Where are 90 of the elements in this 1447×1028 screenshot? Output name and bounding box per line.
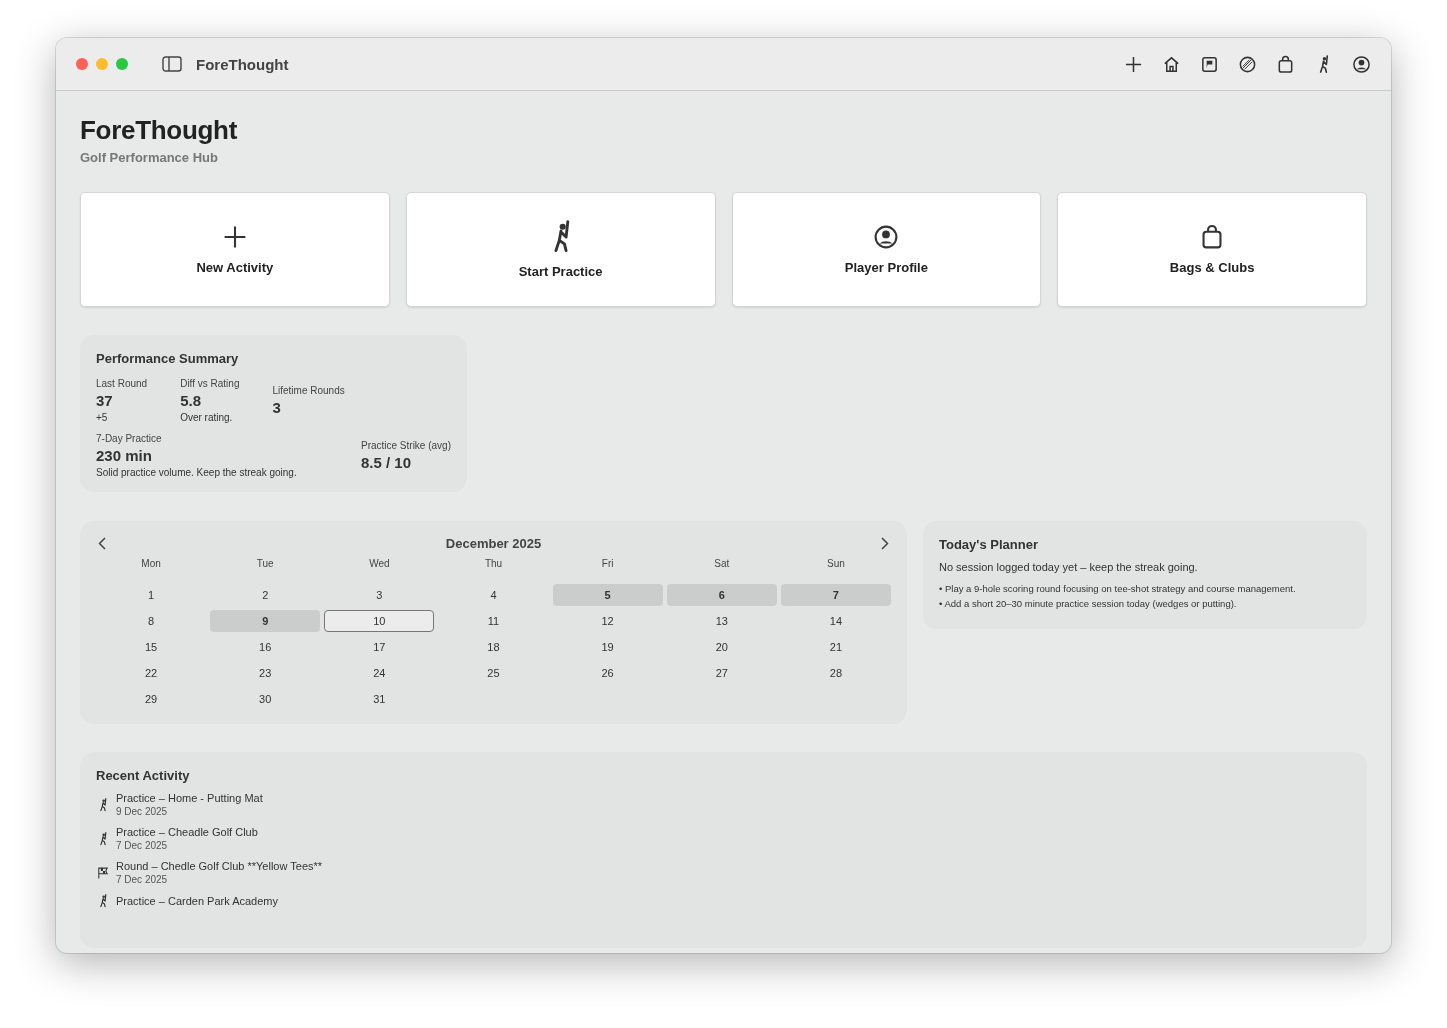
stat-note: Solid practice volume. Keep the streak going. [96, 467, 297, 478]
stat-label: 7-Day Practice [96, 433, 163, 444]
calendar-day[interactable]: 14 [780, 610, 891, 632]
calendar-day[interactable]: 31 [324, 688, 435, 710]
panel-title: Today's Planner [939, 537, 1039, 552]
activity-date: 7 Dec 2025 [116, 874, 169, 885]
calendar-day[interactable]: 30 [210, 688, 321, 710]
calendar-day[interactable]: 1 [96, 584, 207, 606]
planner-tip: • Add a short 20–30 minute practice session today (wedges or putting). [939, 598, 1238, 609]
stat-value: 8.5 / 10 [360, 454, 412, 471]
profile-icon [1352, 54, 1371, 74]
ball-icon [1238, 54, 1257, 74]
stat-note: +5 [96, 412, 109, 423]
calendar-day[interactable]: 5 [552, 584, 663, 606]
calendar-day[interactable]: 24 [324, 662, 435, 684]
chevron-right-icon [881, 537, 889, 550]
flag-icon [1200, 54, 1219, 74]
window-title: ForeThought [196, 55, 289, 73]
weekday-label: Sat [713, 558, 731, 571]
calendar-day[interactable]: 17 [324, 636, 435, 658]
sidebar-icon [162, 56, 182, 72]
stat-label: Practice Strike (avg) [360, 440, 451, 451]
calendar-day[interactable]: 8 [96, 610, 207, 632]
house-icon [1162, 54, 1181, 74]
activity-item[interactable]: Round – Chedle Golf Club **Yellow Tees** 7 Dec 2025 [96, 860, 1351, 885]
stat-label: Diff vs Rating [180, 378, 240, 389]
panel-title: Recent Activity [96, 768, 191, 783]
stat-value: 3 [272, 399, 282, 416]
activity-title: Practice – Home - Putting Mat [116, 792, 263, 804]
app-subtitle: Golf Performance Hub [80, 150, 219, 165]
calendar-day[interactable]: 6 [666, 584, 777, 606]
calendar-day[interactable]: 15 [96, 636, 207, 658]
profile-icon [873, 224, 900, 250]
calendar-day[interactable]: 10 [324, 610, 435, 632]
calendar-day[interactable]: 3 [324, 584, 435, 606]
planner-tip: • Play a 9-hole scoring round focusing on tee-shot strategy and course management. [939, 583, 1297, 594]
calendar-day[interactable]: 18 [438, 636, 549, 658]
weekday-label: Sun [826, 558, 846, 571]
planner-status: No session logged today yet – keep the streak going. [939, 561, 1199, 573]
previous-month-button[interactable] [96, 535, 108, 552]
activity-item[interactable]: Practice – Home - Putting Mat 9 Dec 2025 [96, 792, 1351, 817]
calendar-day[interactable]: 20 [666, 636, 777, 658]
plus-icon [1124, 54, 1143, 74]
activity-item[interactable]: Practice – Cheadle Golf Club 7 Dec 2025 [96, 826, 1351, 851]
calendar-day[interactable]: 22 [96, 662, 207, 684]
weekday-label: Tue [255, 558, 275, 571]
calendar-day[interactable]: 29 [96, 688, 207, 710]
calendar-day[interactable]: 25 [438, 662, 549, 684]
calendar-day[interactable]: 7 [780, 584, 891, 606]
panel-title: Performance Summary [96, 351, 240, 366]
calendar-day[interactable]: 23 [210, 662, 321, 684]
weekday-label: Wed [368, 558, 391, 571]
calendar-day[interactable]: 19 [552, 636, 663, 658]
weekday-label: Mon [140, 558, 162, 571]
calendar-day[interactable]: 21 [780, 636, 891, 658]
activity-title: Round – Chedle Golf Club **Yellow Tees** [116, 860, 323, 872]
calendar-day[interactable]: 2 [210, 584, 321, 606]
calendar-day[interactable]: 26 [552, 662, 663, 684]
calendar-day[interactable]: 13 [666, 610, 777, 632]
activity-title: Practice – Carden Park Academy [116, 895, 279, 907]
stat-label: Lifetime Rounds [272, 385, 345, 396]
calendar-day[interactable]: 27 [666, 662, 777, 684]
stat-value: 37 [96, 392, 114, 409]
bag-icon [1276, 54, 1295, 74]
activity-date: 9 Dec 2025 [116, 806, 169, 817]
action-card[interactable]: Start Practice [405, 192, 716, 307]
stat-label: Last Round [96, 378, 148, 389]
calendar-day[interactable]: 11 [438, 610, 549, 632]
action-card[interactable]: Player Profile [731, 192, 1042, 307]
close-button[interactable] [76, 58, 88, 70]
calendar-day[interactable]: 28 [780, 662, 891, 684]
stat-note: Over rating. [180, 412, 234, 423]
calendar-day[interactable]: 16 [210, 636, 321, 658]
activity-title: Practice – Cheadle Golf Club [116, 826, 258, 838]
stat-value: 5.8 [180, 392, 202, 409]
checkered-flag-icon [96, 865, 110, 880]
calendar-day[interactable]: 12 [552, 610, 663, 632]
action-card[interactable]: Bags & Clubs [1057, 192, 1367, 307]
activity-date: 7 Dec 2025 [116, 840, 169, 851]
activity-item[interactable]: Practice – Carden Park Academy [96, 894, 1351, 908]
month-title: December 2025 [445, 536, 542, 551]
stat-value: 230 min [96, 447, 153, 464]
weekday-label: Thu [483, 558, 504, 571]
action-card[interactable]: New Activity [80, 192, 390, 307]
next-month-button[interactable] [879, 535, 891, 552]
weekday-label: Fri [600, 558, 615, 571]
app-title: ForeThought [80, 115, 238, 146]
calendar-day[interactable]: 4 [438, 584, 549, 606]
chevron-left-icon [98, 537, 106, 550]
calendar-day[interactable]: 9 [210, 610, 321, 632]
